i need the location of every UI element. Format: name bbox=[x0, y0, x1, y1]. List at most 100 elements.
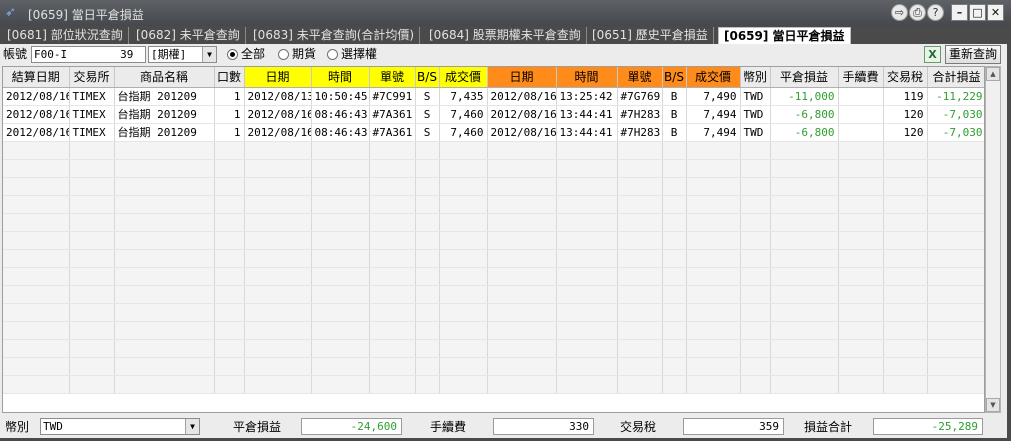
table-cell: 台指期 201209 bbox=[114, 87, 215, 106]
currency-select[interactable]: TWD ▼ bbox=[40, 418, 200, 435]
tab-0659[interactable]: [0659] 當日平倉損益 bbox=[718, 27, 851, 44]
table-cell: 2012/08/16 bbox=[3, 123, 70, 142]
table-cell bbox=[838, 249, 884, 268]
table-row[interactable] bbox=[3, 285, 984, 304]
scroll-up-icon[interactable]: ▲ bbox=[986, 67, 1000, 81]
table-cell bbox=[740, 357, 771, 376]
col-header[interactable]: 手續費 bbox=[838, 67, 884, 88]
col-header-open[interactable]: 成交價 bbox=[439, 67, 488, 88]
close-button[interactable]: ✕ bbox=[987, 4, 1004, 21]
col-header[interactable]: 幣別 bbox=[740, 67, 771, 88]
col-header-close[interactable]: 時間 bbox=[556, 67, 618, 88]
table-cell: B bbox=[662, 87, 687, 106]
table-cell bbox=[415, 177, 440, 196]
table-cell: #7C991 bbox=[369, 87, 416, 106]
table-row[interactable] bbox=[3, 375, 984, 394]
col-header-close[interactable]: 單號 bbox=[617, 67, 663, 88]
table-cell bbox=[3, 213, 70, 232]
refresh-button[interactable]: 重新查詢 bbox=[945, 45, 1001, 64]
table-row[interactable] bbox=[3, 141, 984, 160]
table-cell bbox=[214, 339, 245, 358]
table-cell bbox=[662, 159, 687, 178]
tab-0681[interactable]: [0681] 部位狀況查詢 bbox=[2, 27, 129, 44]
table-row[interactable] bbox=[3, 303, 984, 322]
table-cell bbox=[883, 375, 928, 394]
table-cell: TWD bbox=[740, 105, 771, 124]
col-header-close[interactable]: B/S bbox=[662, 67, 687, 88]
tab-0683[interactable]: [0683] 未平倉查詢(合計均價) bbox=[248, 27, 421, 44]
chevron-down-icon[interactable]: ▼ bbox=[185, 419, 199, 434]
table-row[interactable] bbox=[3, 159, 984, 178]
vertical-scrollbar[interactable]: ▲ ▼ bbox=[985, 66, 1001, 413]
radio-options[interactable] bbox=[327, 49, 338, 60]
scroll-down-icon[interactable]: ▼ bbox=[986, 398, 1000, 412]
table-cell bbox=[927, 285, 984, 304]
table-cell bbox=[927, 231, 984, 250]
tab-0682[interactable]: [0682] 未平倉查詢 bbox=[131, 27, 246, 44]
product-type-value: [期權] bbox=[151, 48, 187, 61]
col-header[interactable]: 合計損益 bbox=[927, 67, 984, 88]
table-cell bbox=[883, 213, 928, 232]
col-header[interactable]: 平倉損益 bbox=[770, 67, 839, 88]
col-header-open[interactable]: 日期 bbox=[244, 67, 312, 88]
excel-export-icon[interactable]: X bbox=[924, 46, 941, 63]
col-header[interactable]: 交易稅 bbox=[883, 67, 928, 88]
table-cell bbox=[883, 195, 928, 214]
table-cell bbox=[883, 339, 928, 358]
help-icon[interactable]: ? bbox=[927, 4, 944, 21]
table-cell bbox=[244, 267, 312, 286]
radio-all[interactable] bbox=[227, 49, 238, 60]
table-cell: 1 bbox=[214, 87, 245, 106]
table-cell bbox=[556, 285, 618, 304]
table-cell bbox=[927, 141, 984, 160]
tab-bar: [0681] 部位狀況查詢 [0682] 未平倉查詢 [0683] 未平倉查詢(… bbox=[0, 26, 1011, 44]
table-cell bbox=[686, 375, 741, 394]
col-header-open[interactable]: B/S bbox=[415, 67, 440, 88]
table-cell bbox=[244, 195, 312, 214]
table-row[interactable] bbox=[3, 231, 984, 250]
table-row[interactable] bbox=[3, 339, 984, 358]
minimize-button[interactable]: – bbox=[951, 4, 968, 21]
table-cell bbox=[69, 141, 115, 160]
table-row[interactable]: 2012/08/16 TIMEX 台指期 201209 1 2012/08/16 08:4… bbox=[3, 123, 984, 142]
export-icon[interactable]: ⇨ bbox=[891, 4, 908, 21]
table-row[interactable] bbox=[3, 321, 984, 340]
col-header[interactable]: 交易所 bbox=[69, 67, 115, 88]
table-cell bbox=[439, 141, 488, 160]
table-row[interactable] bbox=[3, 213, 984, 232]
table-cell bbox=[927, 339, 984, 358]
table-row[interactable] bbox=[3, 357, 984, 376]
account-input[interactable]: F00-I 39 bbox=[31, 46, 146, 63]
table-cell bbox=[69, 231, 115, 250]
table-cell bbox=[439, 267, 488, 286]
maximize-button[interactable]: □ bbox=[969, 4, 986, 21]
print-icon[interactable]: ⎙ bbox=[909, 4, 926, 21]
radio-futures[interactable] bbox=[278, 49, 289, 60]
table-cell bbox=[69, 159, 115, 178]
table-row[interactable] bbox=[3, 177, 984, 196]
product-type-select[interactable]: [期權] ▼ bbox=[148, 46, 217, 63]
col-header-close[interactable]: 成交價 bbox=[686, 67, 741, 88]
col-header-open[interactable]: 單號 bbox=[369, 67, 416, 88]
table-cell bbox=[556, 213, 618, 232]
table-row[interactable] bbox=[3, 267, 984, 286]
table-row[interactable] bbox=[3, 195, 984, 214]
col-header[interactable]: 結算日期 bbox=[3, 67, 70, 88]
col-header[interactable]: 口數 bbox=[214, 67, 245, 88]
col-header-open[interactable]: 時間 bbox=[311, 67, 370, 88]
table-cell bbox=[3, 339, 70, 358]
table-row[interactable] bbox=[3, 249, 984, 268]
table-row[interactable]: 2012/08/16 TIMEX 台指期 201209 1 2012/08/16 08:4… bbox=[3, 105, 984, 124]
table-cell bbox=[114, 285, 215, 304]
tab-0651[interactable]: [0651] 歷史平倉損益 bbox=[587, 27, 714, 44]
table-cell bbox=[740, 231, 771, 250]
pnl-label: 平倉損益 bbox=[233, 420, 282, 434]
fee-total-value: 330 bbox=[493, 418, 594, 435]
table-cell bbox=[214, 249, 245, 268]
chevron-down-icon[interactable]: ▼ bbox=[202, 47, 216, 62]
col-header[interactable]: 商品名稱 bbox=[114, 67, 215, 88]
table-row[interactable]: 2012/08/16 TIMEX 台指期 201209 1 2012/08/13 10:5… bbox=[3, 87, 984, 106]
col-header-close[interactable]: 日期 bbox=[487, 67, 557, 88]
tab-0684[interactable]: [0684] 股票期權未平倉查詢 bbox=[424, 27, 587, 44]
table-cell bbox=[487, 375, 557, 394]
